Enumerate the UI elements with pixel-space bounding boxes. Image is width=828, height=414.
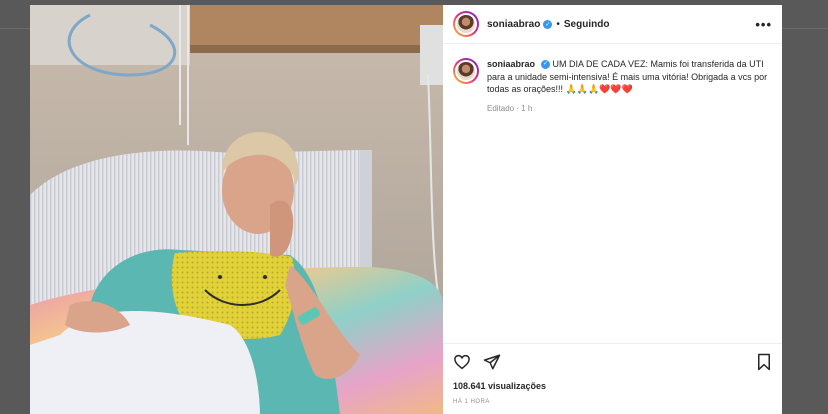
more-options-icon[interactable]: ••• [755, 17, 772, 32]
avatar-image [455, 13, 477, 35]
verified-badge-icon: ✓ [543, 19, 553, 29]
post-header: soniaabrao ✓ • Seguindo ••• [443, 5, 782, 44]
username-link[interactable]: soniaabrao [487, 19, 540, 30]
hospital-photo-illustration [30, 5, 443, 414]
post-side-panel: soniaabrao ✓ • Seguindo ••• soniaabrao ✓ … [443, 5, 782, 414]
views-count[interactable]: 108.641 visualizações [453, 381, 546, 391]
action-bar [443, 343, 782, 379]
caption-avatar[interactable] [453, 58, 479, 84]
following-button[interactable]: Seguindo [564, 19, 610, 30]
caption-verified-badge-icon: ✓ [541, 60, 551, 70]
post-modal: soniaabrao ✓ • Seguindo ••• soniaabrao ✓ … [30, 5, 782, 414]
post-photo[interactable] [30, 5, 443, 414]
caption-avatar-image [455, 60, 477, 82]
heart-icon[interactable] [453, 353, 471, 371]
header-separator: • [556, 18, 560, 30]
post-time: HÁ 1 HORA [453, 399, 490, 405]
caption-block: soniaabrao ✓ UM DIA DE CADA VEZ: Mamis fo… [443, 44, 782, 96]
avatar[interactable] [453, 11, 479, 37]
edited-timestamp: Editado · 1 h [487, 103, 533, 113]
paper-plane-icon[interactable] [483, 353, 501, 371]
bookmark-icon[interactable] [756, 353, 772, 371]
caption: soniaabrao ✓ UM DIA DE CADA VEZ: Mamis fo… [487, 58, 772, 96]
caption-username-link[interactable]: soniaabrao [487, 59, 535, 69]
caption-hearts: ❤️❤️❤️ [599, 84, 633, 94]
